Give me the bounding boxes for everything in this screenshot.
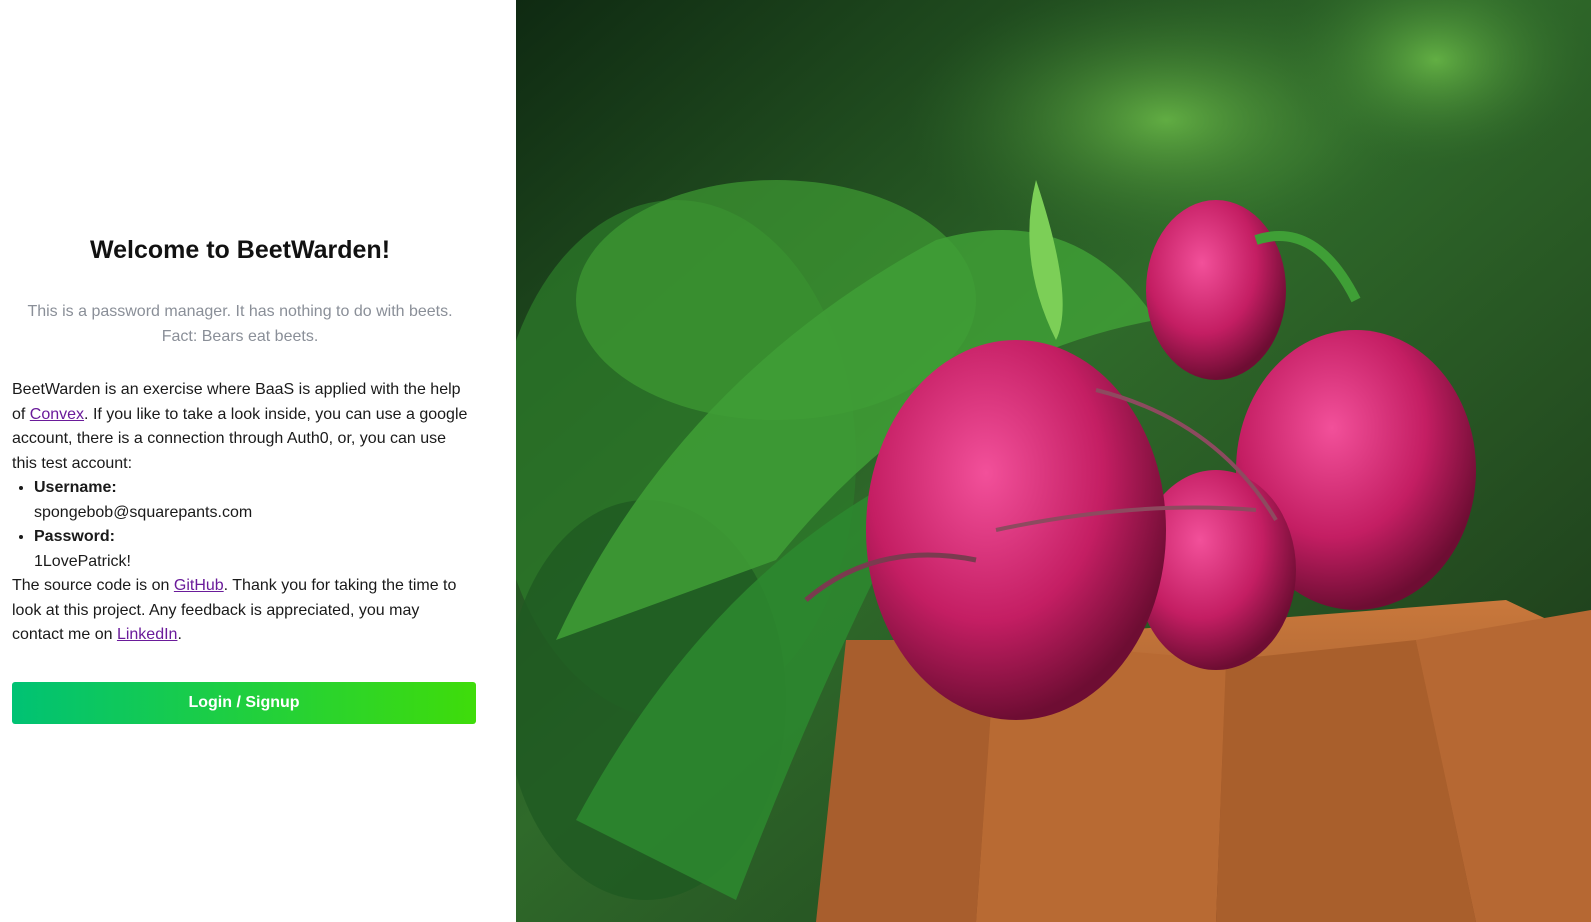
convex-link[interactable]: Convex [30, 406, 84, 423]
password-label: Password: [34, 528, 115, 545]
login-signup-button[interactable]: Login / Signup [12, 682, 476, 724]
footer-paragraph: The source code is on GitHub. Thank you … [12, 574, 474, 648]
subtitle-line-2: Fact: Bears eat beets. [161, 327, 319, 345]
username-label: Username: [34, 479, 117, 496]
page-title: Welcome to BeetWarden! [89, 236, 391, 264]
github-link[interactable]: GitHub [174, 577, 224, 594]
hero-image-beets [516, 0, 1591, 922]
subtitle-line-1: This is a password manager. It has nothi… [27, 303, 453, 320]
linkedin-link[interactable]: LinkedIn [117, 626, 178, 643]
list-item-username: Username: spongebob@squarepants.com [34, 476, 474, 525]
welcome-panel: Welcome to BeetWarden! This is a passwor… [0, 0, 516, 922]
subtitle: This is a password manager. It has nothi… [12, 300, 468, 349]
footer-text-start: The source code is on [12, 577, 174, 594]
list-item-password: Password: 1LovePatrick! [34, 525, 474, 574]
footer-text-end: . [177, 626, 182, 643]
username-value: spongebob@squarepants.com [34, 503, 253, 521]
password-value: 1LovePatrick! [34, 552, 131, 570]
beets-illustration [516, 0, 1591, 922]
credentials-list: Username: spongebob@squarepants.com Pass… [12, 476, 474, 574]
intro-paragraph: BeetWarden is an exercise where BaaS is … [12, 378, 474, 476]
description: BeetWarden is an exercise where BaaS is … [12, 378, 474, 648]
